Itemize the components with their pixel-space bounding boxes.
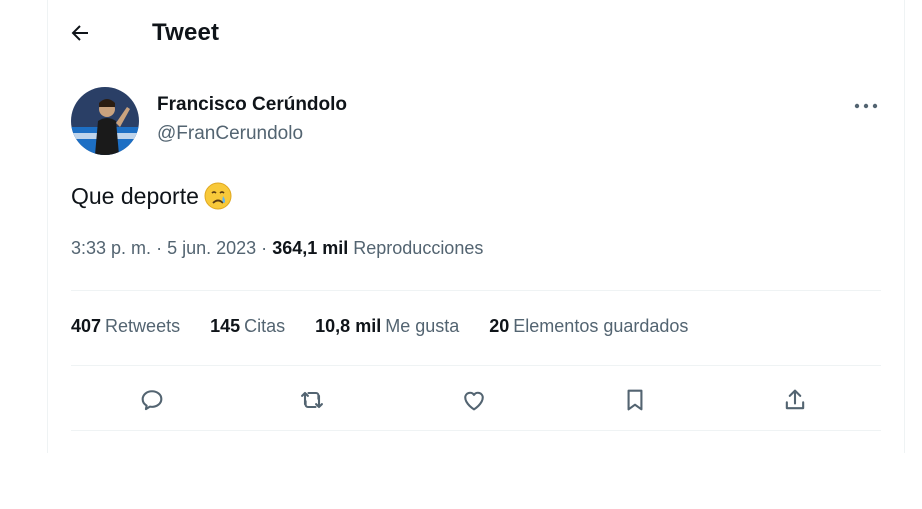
share-icon (785, 389, 805, 410)
author-handle[interactable]: @FranCerundolo (157, 123, 303, 145)
stat-quotes[interactable]: 145 Citas (210, 316, 285, 337)
back-button[interactable] (62, 15, 98, 51)
tweet-meta: 3:33 p. m. · 5 jun. 2023 · 364,1 mil Rep… (71, 238, 483, 259)
like-icon (464, 391, 484, 411)
divider (71, 290, 881, 291)
tweet-time[interactable]: 3:33 p. m. (71, 238, 151, 258)
more-options-button[interactable] (846, 92, 886, 120)
tweet-text: Que deporte (71, 181, 233, 211)
tweet-actions (71, 374, 881, 426)
retweet-button[interactable] (286, 374, 338, 426)
stat-label: Me gusta (385, 316, 460, 336)
divider (71, 430, 881, 431)
views-label: Reproducciones (353, 238, 484, 258)
stat-count: 10,8 mil (315, 316, 382, 336)
avatar-photo (71, 87, 139, 155)
page-title: Tweet (152, 19, 220, 46)
crying-face-emoji (204, 182, 232, 210)
stat-likes[interactable]: 10,8 mil Me gusta (315, 316, 459, 337)
divider (71, 365, 881, 366)
meta-separator: · (156, 238, 163, 258)
arrow-left-icon (71, 25, 88, 41)
tweet-column: Tweet Francisco Cerúndolo @FranCerundolo… (47, 0, 905, 453)
stat-bookmarks[interactable]: 20 Elementos guardados (489, 316, 688, 337)
reply-button[interactable] (126, 374, 178, 426)
stat-retweets[interactable]: 407 Retweets (71, 316, 180, 337)
more-horizontal-icon (854, 103, 878, 109)
share-button[interactable] (769, 374, 821, 426)
avatar[interactable] (71, 87, 139, 155)
views-count: 364,1 mil (272, 238, 349, 258)
stat-count: 407 (71, 316, 102, 336)
tweet-stats: 407 Retweets 145 Citas 10,8 mil Me gusta 20… (71, 316, 688, 337)
stat-label: Retweets (105, 316, 181, 336)
meta-separator: · (261, 238, 268, 258)
like-button[interactable] (448, 374, 500, 426)
tweet-date[interactable]: 5 jun. 2023 (167, 238, 256, 258)
stat-label: Citas (244, 316, 286, 336)
author-name[interactable]: Francisco Cerúndolo (157, 94, 347, 116)
retweet-icon (301, 391, 323, 409)
stat-count: 145 (210, 316, 241, 336)
bookmark-button[interactable] (609, 374, 661, 426)
bookmark-icon (627, 389, 643, 411)
stat-label: Elementos guardados (513, 316, 689, 336)
stat-count: 20 (489, 316, 510, 336)
reply-icon (141, 390, 163, 411)
tweet-text-content: Que deporte (71, 182, 199, 209)
tweet-header: Tweet (48, 0, 904, 66)
